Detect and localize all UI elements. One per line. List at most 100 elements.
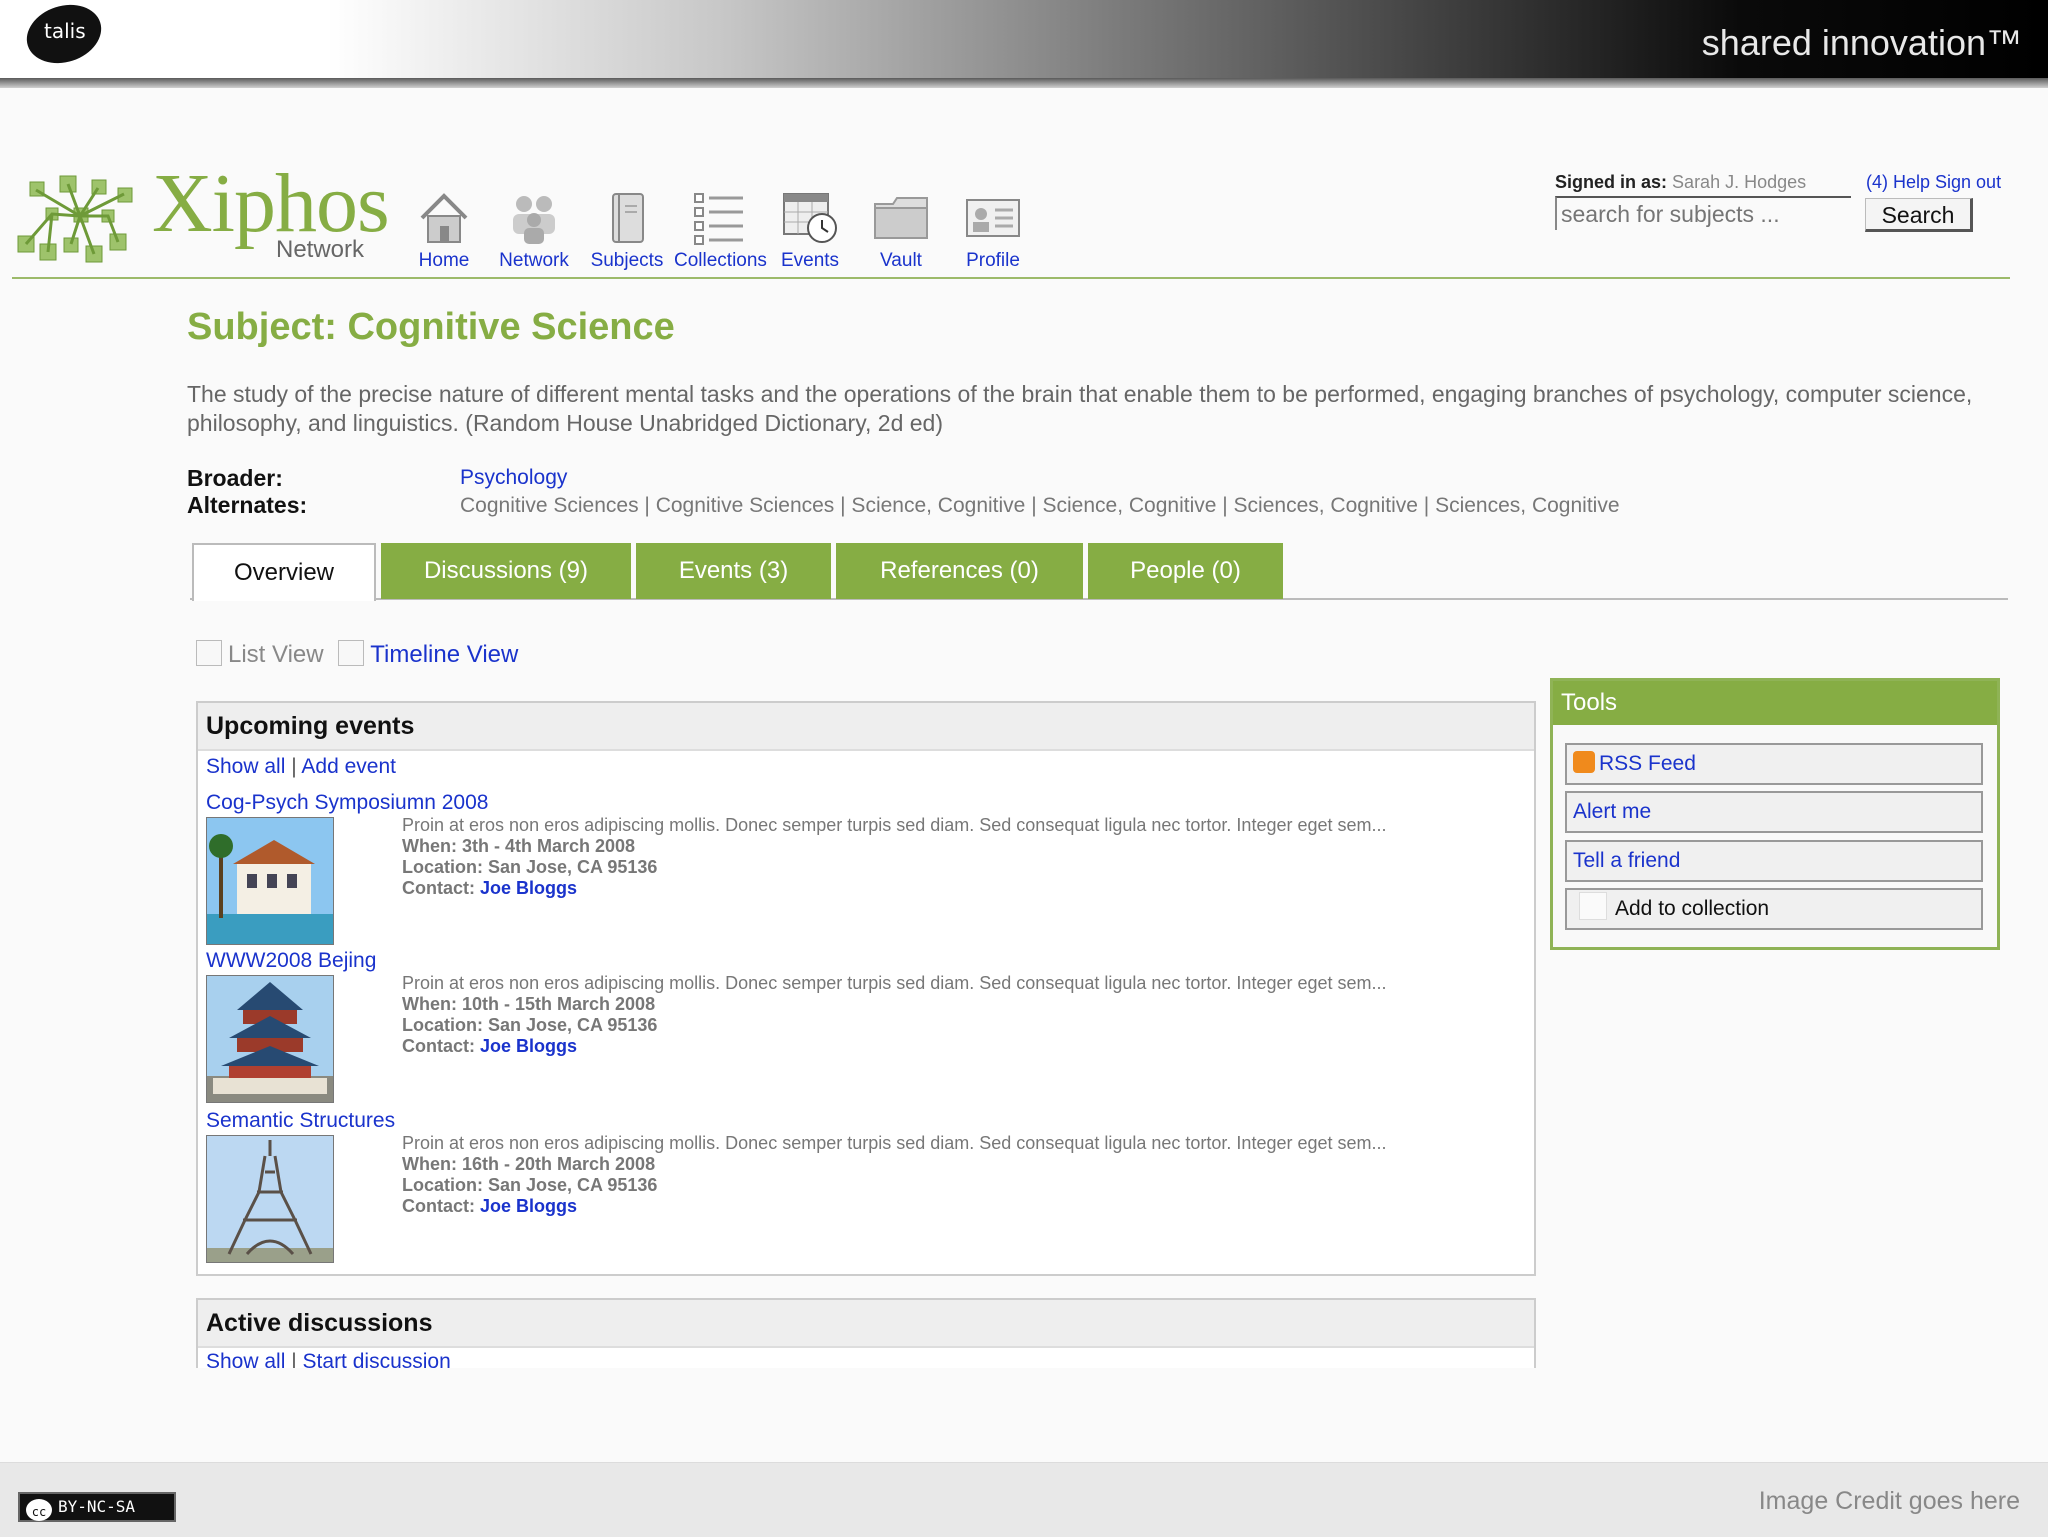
alert-me-button[interactable]: Alert me bbox=[1565, 791, 1983, 833]
nav-events-label: Events bbox=[780, 250, 840, 271]
image-credit: Image Credit goes here bbox=[1758, 1487, 2020, 1515]
event-details: Proin at eros non eros adipiscing mollis… bbox=[402, 973, 1387, 1057]
nav-events[interactable]: Events bbox=[765, 190, 855, 272]
add-to-collection-label: Add to collection bbox=[1615, 897, 1770, 920]
list-view-icon bbox=[196, 640, 222, 666]
brand-subtitle: Network bbox=[276, 236, 365, 263]
event-thumbnail[interactable] bbox=[206, 817, 334, 945]
people-icon bbox=[513, 196, 555, 244]
nav-vault-label: Vault bbox=[880, 250, 922, 271]
add-event-link[interactable]: Add event bbox=[301, 755, 396, 778]
event-location: San Jose, CA 95136 bbox=[488, 1015, 658, 1035]
tab-events[interactable]: Events (3) bbox=[636, 543, 831, 599]
event-location-label: Location: bbox=[402, 857, 483, 877]
license-text: BY-NC-SA bbox=[58, 1497, 136, 1516]
event-location: San Jose, CA 95136 bbox=[488, 1175, 658, 1195]
nav-network[interactable]: Network bbox=[489, 190, 579, 272]
rss-feed-button[interactable]: RSS Feed bbox=[1565, 743, 1983, 785]
timeline-view-icon bbox=[338, 640, 365, 666]
broader-link[interactable]: Psychology bbox=[460, 466, 567, 490]
header-divider bbox=[12, 277, 2010, 279]
event-contact-link[interactable]: Joe Bloggs bbox=[480, 1196, 577, 1216]
talis-logo-text: talis bbox=[44, 19, 86, 43]
tools-title: Tools bbox=[1553, 681, 1997, 725]
alternates-list: Cognitive Sciences | Cognitive Sciences … bbox=[460, 494, 1620, 517]
cc-icon: cc bbox=[26, 1499, 52, 1521]
tools-panel: Tools RSS Feed Alert me Tell a friend Ad… bbox=[1550, 678, 2000, 950]
event-when: 16th - 20th March 2008 bbox=[462, 1154, 656, 1174]
event-when: 3th - 4th March 2008 bbox=[462, 836, 636, 856]
upcoming-events-actions: Show all | Add event bbox=[198, 751, 1534, 783]
nav-home[interactable]: Home bbox=[399, 190, 489, 272]
show-all-discussions-link[interactable]: Show all bbox=[206, 1350, 285, 1368]
event-item: Cog-Psych Symposiumn 2008 Proin at eros … bbox=[206, 791, 1506, 945]
tell-a-friend-button[interactable]: Tell a friend bbox=[1565, 840, 1983, 882]
event-location-label: Location: bbox=[402, 1015, 483, 1035]
event-when-label: When: bbox=[402, 836, 457, 856]
view-switcher: List View Timeline View bbox=[196, 640, 518, 669]
tagline: shared innovation™ bbox=[1701, 22, 2022, 63]
tab-people[interactable]: People (0) bbox=[1088, 543, 1283, 599]
xiphos-logo-icon bbox=[17, 175, 133, 263]
page-title: Subject: Cognitive Science bbox=[187, 306, 675, 348]
cc-license-badge: cc BY-NC-SA bbox=[18, 1492, 176, 1522]
account-links[interactable]: (4) Help Sign out bbox=[1866, 172, 2001, 193]
event-description: Proin at eros non eros adipiscing mollis… bbox=[402, 1133, 1387, 1153]
event-thumbnail[interactable] bbox=[206, 1135, 334, 1263]
folder-icon bbox=[874, 197, 928, 239]
event-location-label: Location: bbox=[402, 1175, 483, 1195]
event-description: Proin at eros non eros adipiscing mollis… bbox=[402, 815, 1387, 835]
timeline-view-link[interactable]: Timeline View bbox=[370, 641, 518, 668]
subject-description: The study of the precise nature of diffe… bbox=[187, 381, 1973, 436]
nav-collections-label: Collections bbox=[674, 250, 767, 271]
list-icon bbox=[694, 193, 743, 245]
footer-bar bbox=[0, 1462, 2048, 1537]
show-all-events-link[interactable]: Show all bbox=[206, 755, 285, 778]
nav-network-label: Network bbox=[499, 250, 569, 271]
event-details: Proin at eros non eros adipiscing mollis… bbox=[402, 1133, 1387, 1217]
broader-label: Broader: bbox=[187, 465, 283, 491]
event-title-link[interactable]: WWW2008 Bejing bbox=[206, 949, 1506, 973]
nav-subjects-label: Subjects bbox=[590, 250, 664, 271]
event-contact-label: Contact: bbox=[402, 1036, 475, 1056]
nav-subjects[interactable]: Subjects bbox=[582, 190, 672, 272]
event-item: WWW2008 Bejing Proin at eros non eros ad… bbox=[206, 949, 1506, 1103]
event-thumbnail[interactable] bbox=[206, 975, 334, 1103]
nav-home-label: Home bbox=[418, 250, 470, 271]
tab-overview[interactable]: Overview bbox=[192, 543, 376, 601]
calendar-clock-icon bbox=[783, 193, 837, 243]
nav-vault[interactable]: Vault bbox=[856, 190, 946, 272]
add-to-collection-button[interactable]: Add to collection bbox=[1565, 888, 1983, 930]
event-title-link[interactable]: Cog-Psych Symposiumn 2008 bbox=[206, 791, 1506, 815]
search-input[interactable] bbox=[1555, 196, 1851, 230]
discussion-actions: Show all | Start discussion bbox=[198, 1348, 1534, 1368]
book-icon bbox=[612, 193, 644, 243]
event-item: Semantic Structures Proin at eros non er… bbox=[206, 1109, 1506, 1263]
search-button[interactable]: Search bbox=[1865, 198, 1973, 232]
active-discussions-panel: Active discussions Show all | Start disc… bbox=[196, 1298, 1536, 1368]
rss-feed-label: RSS Feed bbox=[1599, 752, 1696, 775]
nav-collections[interactable]: Collections bbox=[674, 190, 767, 272]
upcoming-events-panel: Upcoming events Show all | Add event Cog… bbox=[196, 701, 1536, 1276]
upcoming-events-title: Upcoming events bbox=[198, 703, 1534, 751]
active-discussions-title: Active discussions bbox=[198, 1300, 1534, 1348]
tab-discussions[interactable]: Discussions (9) bbox=[381, 543, 631, 599]
event-contact-label: Contact: bbox=[402, 1196, 475, 1216]
event-contact-link[interactable]: Joe Bloggs bbox=[480, 878, 577, 898]
nav-profile[interactable]: Profile bbox=[948, 190, 1038, 272]
event-contact-link[interactable]: Joe Bloggs bbox=[480, 1036, 577, 1056]
rss-icon bbox=[1573, 751, 1595, 773]
start-discussion-link[interactable]: Start discussion bbox=[303, 1350, 451, 1368]
separator: | bbox=[291, 1350, 297, 1368]
event-details: Proin at eros non eros adipiscing mollis… bbox=[402, 815, 1387, 899]
event-description: Proin at eros non eros adipiscing mollis… bbox=[402, 973, 1387, 993]
event-title-link[interactable]: Semantic Structures bbox=[206, 1109, 1506, 1133]
banner-shadow bbox=[0, 78, 2048, 88]
nav-profile-label: Profile bbox=[966, 250, 1020, 271]
tab-references[interactable]: References (0) bbox=[836, 543, 1083, 599]
list-view-link[interactable]: List View bbox=[228, 641, 324, 668]
home-icon bbox=[420, 193, 468, 243]
signed-in-label: Signed in as: bbox=[1555, 172, 1668, 192]
profile-card-icon bbox=[966, 199, 1020, 237]
event-contact-label: Contact: bbox=[402, 878, 475, 898]
